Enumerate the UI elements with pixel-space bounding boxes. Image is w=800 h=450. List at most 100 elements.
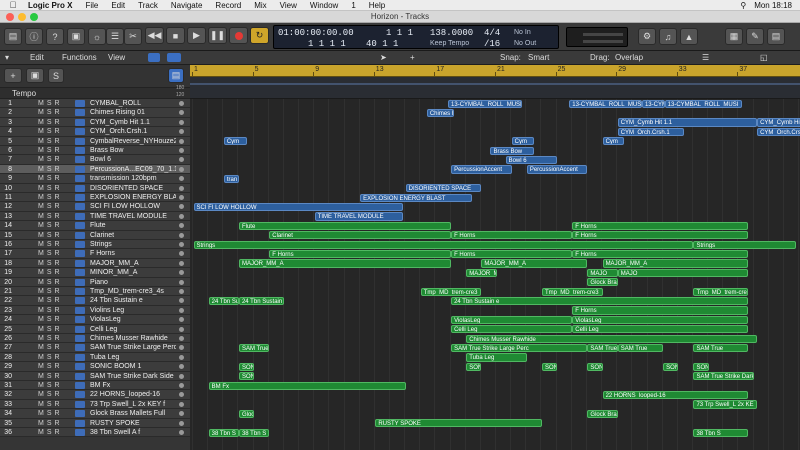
- mute-solo-record-buttons[interactable]: MSR: [38, 325, 63, 334]
- mute-solo-record-buttons[interactable]: MSR: [38, 259, 63, 268]
- bar-ruler[interactable]: 1 5 9 13 17 21 25 29 33 37: [190, 65, 800, 77]
- midi-region[interactable]: 73 Trp Swell_L 2x KE: [693, 400, 758, 409]
- audio-region[interactable]: tran: [223, 174, 239, 184]
- list-editors-button[interactable]: ▦: [725, 28, 743, 45]
- track-header[interactable]: 9 MSR transmission 120bpm: [0, 174, 190, 184]
- editors-button[interactable]: ✂: [124, 28, 142, 45]
- track-header[interactable]: 25 MSR Celli Leg: [0, 324, 190, 334]
- track-header[interactable]: 23 MSR Violins Leg: [0, 305, 190, 316]
- mute-solo-record-buttons[interactable]: MSR: [38, 268, 63, 277]
- audio-region[interactable]: PercussionAccent: [526, 165, 588, 174]
- midi-region[interactable]: BM Fx: [208, 381, 406, 390]
- track-header[interactable]: 1 MSR CYMBAL_ROLL: [0, 99, 190, 109]
- menu-track[interactable]: Track: [138, 1, 158, 10]
- midi-region[interactable]: Glock Bra: [587, 409, 618, 419]
- track-name[interactable]: TIME TRAVEL MODULE: [90, 212, 176, 221]
- midi-region[interactable]: Celli Leg: [451, 325, 573, 334]
- midi-region[interactable]: ViolasLeg: [451, 315, 573, 325]
- track-name[interactable]: 38 Tbn Swell A f: [90, 428, 176, 437]
- view-menu[interactable]: View: [108, 53, 125, 62]
- smart-controls-button[interactable]: ☼: [88, 28, 106, 45]
- track-header[interactable]: 35 MSR RUSTY SPOKE: [0, 418, 190, 428]
- library-button[interactable]: ▤: [4, 28, 22, 45]
- track-header[interactable]: 6 MSR Brass Bow: [0, 146, 190, 156]
- audio-region[interactable]: 13-CYMBAL_ROLL_MUSI: [448, 99, 523, 108]
- menu-edit[interactable]: Edit: [111, 1, 125, 10]
- midi-region[interactable]: Glock Bra: [587, 278, 618, 287]
- add-track-button[interactable]: +: [4, 68, 22, 83]
- audio-region[interactable]: Bowl 6: [505, 155, 558, 165]
- browsers-button[interactable]: ▤: [767, 28, 785, 45]
- midi-region[interactable]: 24 Tbn Su: [208, 296, 239, 306]
- mute-solo-record-buttons[interactable]: MSR: [38, 240, 63, 249]
- mute-solo-record-buttons[interactable]: MSR: [38, 146, 63, 155]
- zoom-icon[interactable]: ◱: [760, 53, 768, 62]
- midi-region[interactable]: F Horns: [572, 306, 748, 315]
- midi-region[interactable]: SAM True: [693, 343, 748, 353]
- snap-value[interactable]: Smart: [528, 53, 549, 62]
- track-name[interactable]: CymbalReverse_NYHouze2: [90, 137, 176, 146]
- track-name[interactable]: CYMBAL_ROLL: [90, 99, 176, 108]
- mute-solo-record-buttons[interactable]: MSR: [38, 108, 63, 117]
- track-name[interactable]: RUSTY SPOKE: [90, 419, 176, 428]
- mute-solo-record-buttons[interactable]: MSR: [38, 249, 63, 258]
- mute-solo-record-buttons[interactable]: MSR: [38, 212, 63, 221]
- audio-region[interactable]: Cym: [511, 137, 535, 146]
- audio-region[interactable]: SCI FI LOW HOLLOW: [193, 202, 403, 212]
- mute-solo-record-buttons[interactable]: MSR: [38, 137, 63, 146]
- mute-solo-record-buttons[interactable]: MSR: [38, 174, 63, 183]
- track-header[interactable]: 17 MSR F Horns: [0, 249, 190, 259]
- mute-solo-record-buttons[interactable]: MSR: [38, 193, 63, 202]
- track-header[interactable]: 36 MSR 38 Tbn Swell A f: [0, 428, 190, 438]
- mute-solo-record-buttons[interactable]: MSR: [38, 334, 63, 343]
- midi-region[interactable]: SON: [587, 362, 603, 372]
- track-name[interactable]: Tuba Leg: [90, 353, 176, 362]
- duplicate-track-button[interactable]: ▣: [26, 68, 44, 83]
- midi-region[interactable]: Glocl: [238, 409, 255, 419]
- flex-mode-icon[interactable]: [167, 53, 181, 62]
- midi-region[interactable]: SON: [541, 362, 558, 372]
- metronome-button[interactable]: ▲: [680, 28, 698, 45]
- midi-region[interactable]: MAJOR_MM_A: [481, 259, 588, 268]
- track-name[interactable]: BM Fx: [90, 381, 176, 390]
- track-header[interactable]: 29 MSR SONIC BOOM 1: [0, 362, 190, 372]
- audio-region[interactable]: 13-CYMBAL_ROLL_MUSI: [569, 99, 642, 108]
- mute-solo-record-buttons[interactable]: MSR: [38, 221, 63, 230]
- midi-region[interactable]: MAJO: [617, 268, 748, 278]
- drag-value[interactable]: Overlap: [615, 53, 643, 62]
- midi-region[interactable]: SAM True: [587, 343, 618, 353]
- midi-region[interactable]: Celli Leg: [572, 325, 748, 334]
- midi-region[interactable]: 22 HORNS_looped-16: [602, 390, 748, 400]
- midi-region[interactable]: Strings: [193, 240, 694, 249]
- midi-region[interactable]: RUSTY SPOKE: [375, 419, 542, 428]
- track-header[interactable]: 24 MSR ViolasLeg: [0, 315, 190, 325]
- midi-region[interactable]: SAM True: [617, 343, 664, 353]
- track-name[interactable]: SAM True Strike Large Perc: [90, 343, 176, 352]
- audio-region[interactable]: TIME TRAVEL MODULE: [314, 212, 403, 221]
- track-name[interactable]: Strings: [90, 240, 176, 249]
- expand-icon[interactable]: ▾: [5, 53, 9, 62]
- midi-region[interactable]: SON: [466, 362, 482, 372]
- track-header[interactable]: 14 MSR Flute: [0, 221, 190, 231]
- cycle-button[interactable]: ↻: [250, 27, 269, 44]
- mute-solo-record-buttons[interactable]: MSR: [38, 390, 63, 399]
- audio-region[interactable]: PercussionAccent: [451, 165, 512, 174]
- audio-region[interactable]: Cym: [223, 137, 247, 146]
- track-name[interactable]: SONIC BOOM 1: [90, 362, 176, 371]
- midi-region[interactable]: Clarinet: [269, 231, 452, 240]
- functions-menu[interactable]: Functions: [62, 53, 97, 62]
- mute-solo-record-buttons[interactable]: MSR: [38, 409, 63, 418]
- track-name[interactable]: Brass Bow: [90, 146, 176, 155]
- track-name[interactable]: EXPLOSION ENERGY BLAST: [90, 193, 176, 202]
- track-name[interactable]: Violins Leg: [90, 306, 176, 315]
- global-tracks-button[interactable]: ▤: [168, 68, 184, 83]
- pencil-tool-icon[interactable]: +: [410, 53, 415, 62]
- pointer-tool-icon[interactable]: ➤: [380, 53, 387, 62]
- audio-region[interactable]: CYM_Orch.Crsh: [757, 127, 800, 137]
- midi-region[interactable]: Tmp_MD_trem-cre3_4: [541, 287, 603, 296]
- midi-region[interactable]: 38 Tbn S: [238, 428, 270, 437]
- tempo-lane[interactable]: [190, 77, 800, 99]
- track-header[interactable]: 18 MSR MAJOR_MM_A: [0, 258, 190, 269]
- record-button[interactable]: [229, 27, 248, 44]
- midi-region[interactable]: MAJOR_MM_A: [602, 259, 748, 268]
